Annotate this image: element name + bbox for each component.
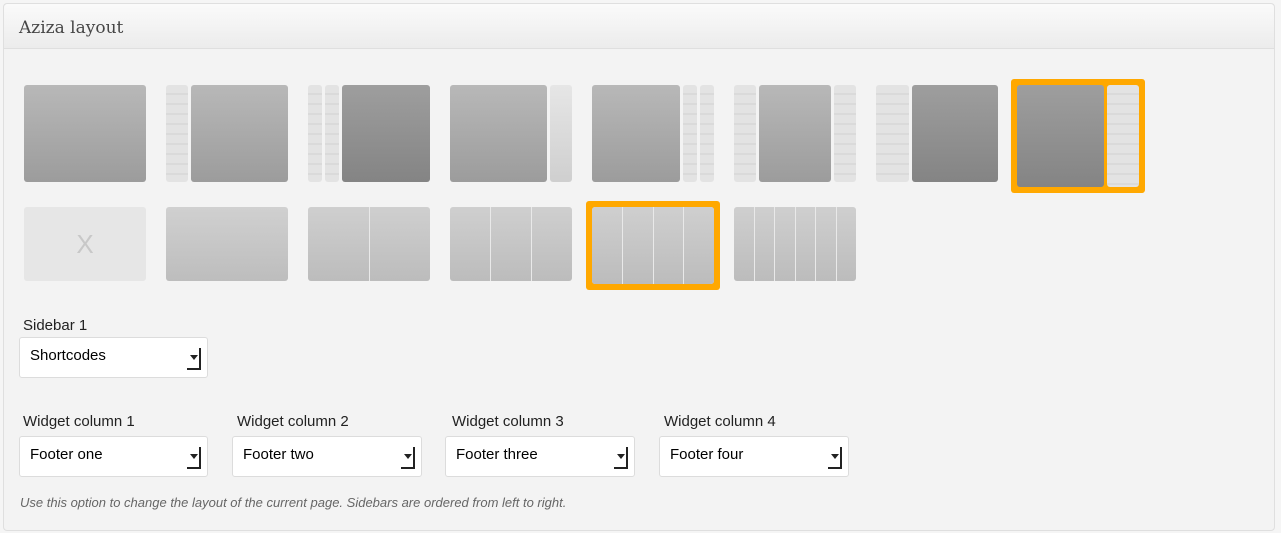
dropdown-arrow-icon [187,348,201,370]
panel-header: Aziza layout [4,4,1274,49]
footer-option-four-columns-selected[interactable] [586,201,720,290]
dropdown-arrow-icon [187,447,201,469]
layout-option-full-width[interactable] [24,85,146,182]
layout-option-wide-right-sidebar-selected[interactable] [1011,79,1145,193]
sidebar-1-value: Shortcodes [30,347,106,364]
widget-column-3-label: Widget column 3 [452,413,564,430]
widget-column-2-value: Footer two [243,446,314,463]
layout-option-two-left-sidebars[interactable] [308,85,430,182]
none-x-mark: X [24,207,146,281]
widget-column-4-select[interactable]: Footer four [659,436,849,477]
dropdown-arrow-icon [828,447,842,469]
widget-column-1-select[interactable]: Footer one [19,436,208,477]
help-text: Use this option to change the layout of … [20,495,567,510]
widget-column-1-label: Widget column 1 [23,413,135,430]
footer-option-one-column[interactable] [166,207,288,281]
widget-column-2-select[interactable]: Footer two [232,436,422,477]
layout-option-sidebars-both-sides[interactable] [734,85,856,182]
widget-column-4-label: Widget column 4 [664,413,776,430]
layout-option-right-sidebar[interactable] [450,85,572,182]
layout-option-left-sidebar[interactable] [166,85,288,182]
footer-option-six-columns[interactable] [734,207,856,281]
layout-option-two-right-sidebars[interactable] [592,85,714,182]
sidebar-1-select[interactable]: Shortcodes [19,337,208,378]
footer-option-two-columns[interactable] [308,207,430,281]
dropdown-arrow-icon [614,447,628,469]
widget-column-4-value: Footer four [670,446,744,463]
panel-title: Aziza layout [19,18,124,38]
layout-option-wide-left-sidebar[interactable] [876,85,998,182]
dropdown-arrow-icon [401,447,415,469]
widget-column-3-value: Footer three [456,446,538,463]
footer-option-three-columns[interactable] [450,207,572,281]
widget-column-3-select[interactable]: Footer three [445,436,635,477]
widget-column-2-label: Widget column 2 [237,413,349,430]
footer-option-none[interactable]: X [24,207,146,281]
sidebar-1-label: Sidebar 1 [23,317,88,334]
widget-column-1-value: Footer one [30,446,103,463]
